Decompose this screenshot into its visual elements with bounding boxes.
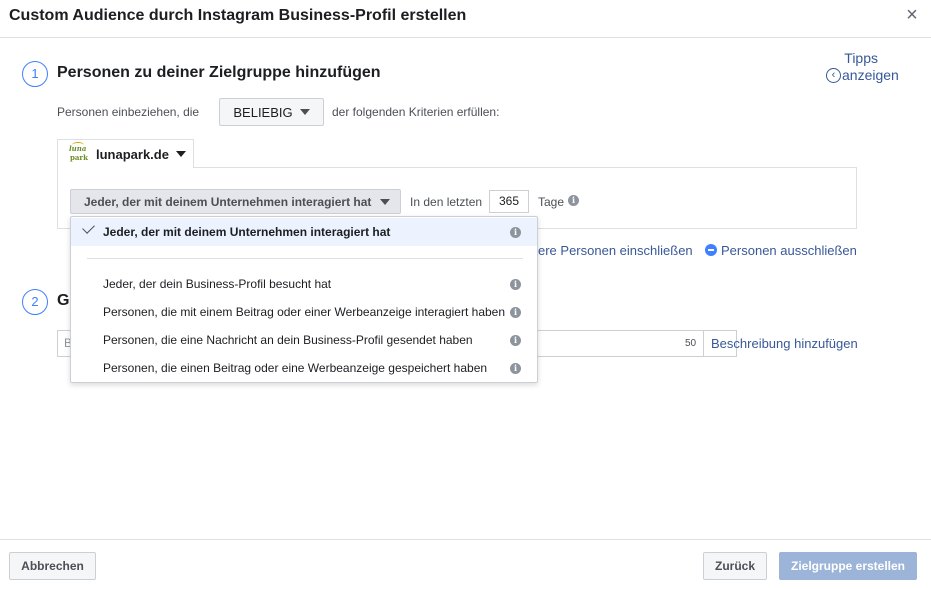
include-suffix-label: der folgenden Kriterien erfüllen: bbox=[332, 105, 500, 119]
source-account-select[interactable]: luna park lunapark.de bbox=[57, 139, 194, 168]
tips-toggle[interactable]: Tipps ‹ anzeigen bbox=[826, 50, 900, 84]
chevron-left-icon: ‹ bbox=[826, 68, 841, 83]
tips-label-line1: Tipps bbox=[844, 50, 878, 66]
criteria-dropdown-menu: Jeder, der mit deinem Unternehmen intera… bbox=[70, 216, 538, 383]
dialog-title: Custom Audience durch Instagram Business… bbox=[9, 7, 467, 24]
dropdown-option-label: Jeder, der mit deinem Unternehmen intera… bbox=[103, 225, 391, 239]
step-2-title: G bbox=[57, 292, 70, 309]
info-icon[interactable]: i bbox=[510, 362, 521, 374]
match-any-select-value: BELIEBIG bbox=[233, 104, 293, 120]
checkmark-icon bbox=[82, 221, 95, 234]
exclude-people-label: Personen ausschließen bbox=[721, 243, 857, 258]
criteria-select-value: Jeder, der mit deinem Unternehmen intera… bbox=[84, 194, 372, 209]
dropdown-option-label: Personen, die eine Nachricht an dein Bus… bbox=[103, 333, 473, 347]
add-description-link[interactable]: Beschreibung hinzufügen bbox=[711, 336, 858, 351]
dropdown-option-selected[interactable]: Jeder, der mit deinem Unternehmen intera… bbox=[71, 218, 537, 246]
close-icon[interactable]: × bbox=[903, 5, 921, 25]
info-icon[interactable]: i bbox=[568, 195, 579, 206]
cancel-button[interactable]: Abbrechen bbox=[9, 552, 96, 580]
info-icon[interactable]: i bbox=[510, 334, 521, 346]
exclude-people-link[interactable]: Personen ausschließen bbox=[705, 243, 857, 258]
criteria-select[interactable]: Jeder, der mit deinem Unternehmen intera… bbox=[70, 189, 401, 214]
in-last-label: In den letzten bbox=[410, 195, 483, 209]
create-audience-dialog: Custom Audience durch Instagram Business… bbox=[0, 0, 931, 589]
caret-down-icon bbox=[380, 198, 391, 205]
step-2-indicator: 2 bbox=[22, 289, 48, 315]
tips-label-line2: anzeigen bbox=[842, 67, 899, 83]
step-1-indicator: 1 bbox=[22, 61, 48, 87]
dialog-header: Custom Audience durch Instagram Business… bbox=[0, 0, 931, 38]
back-button[interactable]: Zurück bbox=[703, 552, 767, 580]
caret-down-icon bbox=[175, 151, 186, 157]
info-icon[interactable]: i bbox=[510, 306, 521, 318]
info-icon[interactable]: i bbox=[510, 226, 521, 238]
dropdown-option[interactable]: Personen, die einen Beitrag oder eine We… bbox=[71, 354, 537, 382]
char-count: 50 bbox=[685, 338, 697, 349]
include-prefix-label: Personen einbeziehen, die bbox=[57, 105, 200, 119]
create-audience-button[interactable]: Zielgruppe erstellen bbox=[779, 552, 917, 580]
caret-down-icon bbox=[299, 109, 310, 115]
step-1-title: Personen zu deiner Zielgruppe hinzufügen bbox=[57, 64, 381, 81]
dropdown-option[interactable]: Personen, die mit einem Beitrag oder ein… bbox=[71, 298, 537, 326]
dropdown-option-label: Personen, die einen Beitrag oder eine We… bbox=[103, 361, 488, 375]
dropdown-option-label: Jeder, der dein Business-Profil besucht … bbox=[103, 277, 332, 291]
days-unit-label: Tage bbox=[538, 195, 565, 209]
dropdown-divider bbox=[87, 258, 523, 259]
dropdown-option[interactable]: Personen, die eine Nachricht an dein Bus… bbox=[71, 326, 537, 354]
days-input[interactable]: 365 bbox=[489, 190, 529, 213]
include-more-link[interactable]: ere Personen einschließen bbox=[538, 243, 693, 258]
info-icon[interactable]: i bbox=[510, 278, 521, 290]
dropdown-option-label: Personen, die mit einem Beitrag oder ein… bbox=[103, 305, 506, 319]
match-any-select[interactable]: BELIEBIG bbox=[219, 98, 324, 126]
lunapark-logo-icon: luna park bbox=[69, 142, 88, 162]
source-account-name: lunapark.de bbox=[96, 146, 169, 162]
minus-circle-icon bbox=[705, 244, 717, 256]
dropdown-option[interactable]: Jeder, der dein Business-Profil besucht … bbox=[71, 270, 537, 298]
name-input-divider bbox=[703, 330, 704, 357]
